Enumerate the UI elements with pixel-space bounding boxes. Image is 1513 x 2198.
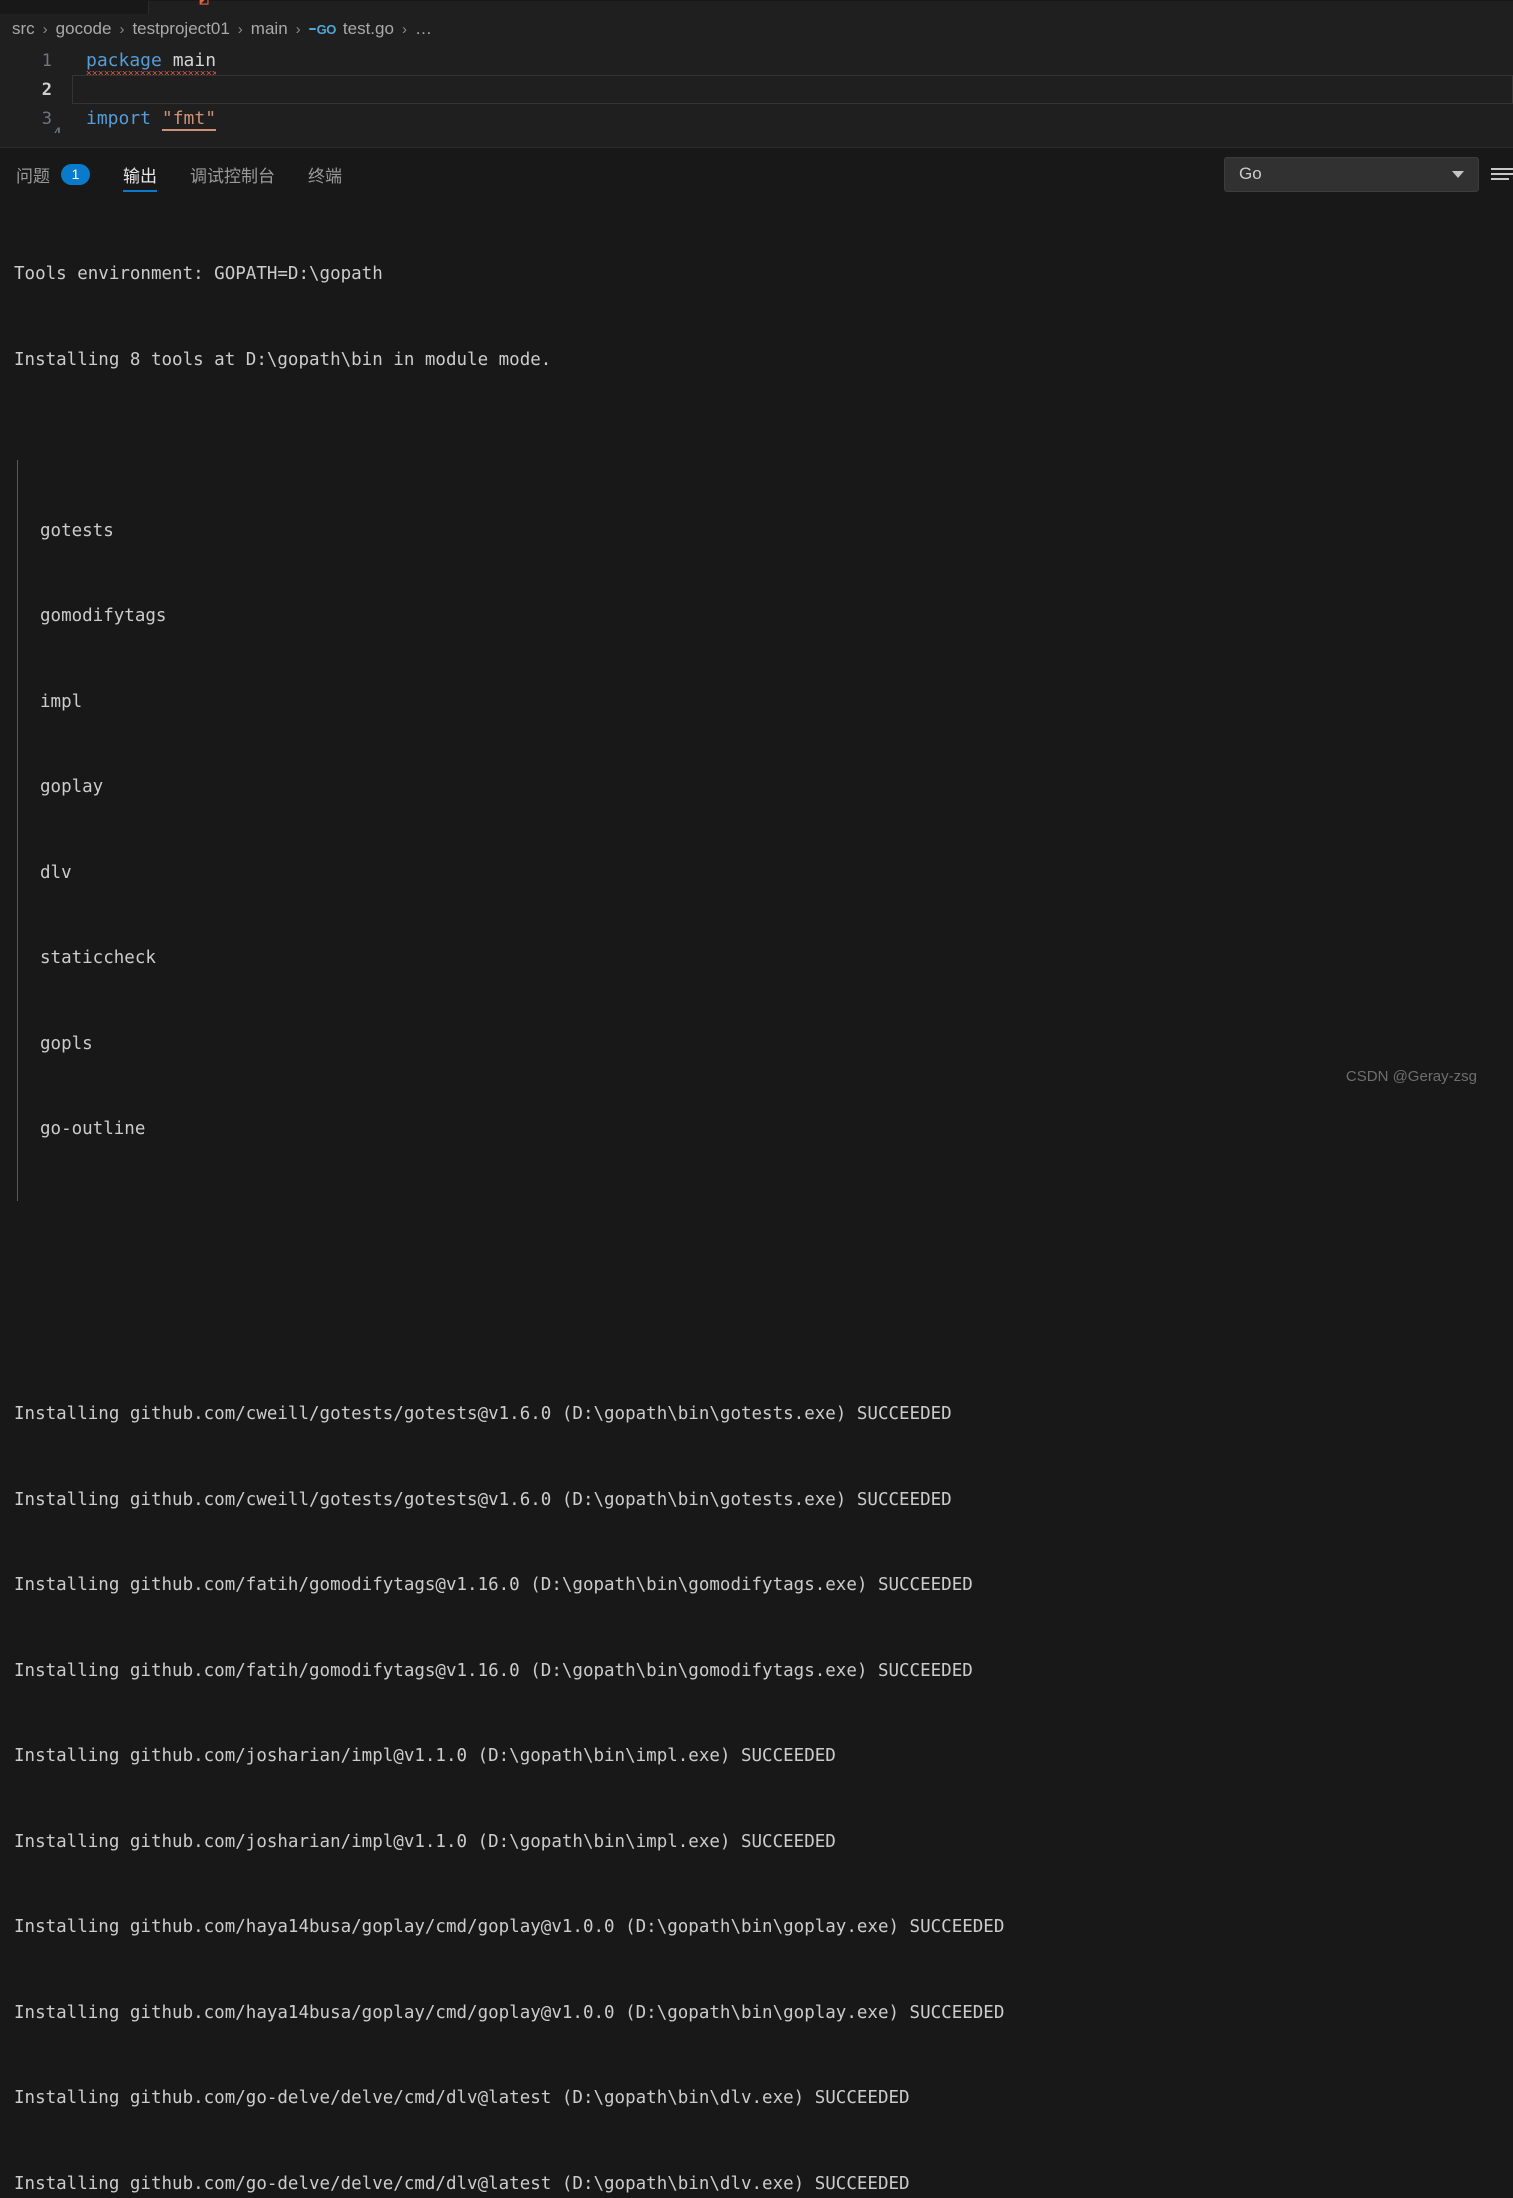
- breadcrumb-item-gocode[interactable]: gocode: [56, 19, 112, 39]
- code-line-text: import "fmt": [86, 108, 216, 129]
- code-line-1[interactable]: 1 package main: [0, 46, 1513, 75]
- clear-output-icon-line: [1491, 178, 1509, 180]
- breadcrumb-separator: ›: [238, 21, 243, 38]
- editor-tab-bar: ◩: [0, 0, 1513, 14]
- output-line: Installing github.com/haya14busa/goplay/…: [14, 1999, 1513, 2028]
- current-line-highlight: [72, 75, 1513, 104]
- output-line: Installing github.com/fatih/gomodifytags…: [14, 1657, 1513, 1686]
- output-line: Installing 8 tools at D:\gopath\bin in m…: [14, 346, 1513, 375]
- breadcrumb-item-testgo[interactable]: test.go: [343, 19, 394, 39]
- line-number: 1: [0, 51, 52, 71]
- code-editor[interactable]: 1 package main 2 3 import "fmt" 4: [0, 44, 1513, 133]
- watermark: CSDN @Geray-zsg: [1346, 1068, 1477, 1085]
- tab-terminal[interactable]: 终端: [308, 148, 342, 200]
- output-line: Installing github.com/josharian/impl@v1.…: [14, 1742, 1513, 1771]
- output-line: Installing github.com/josharian/impl@v1.…: [14, 1828, 1513, 1857]
- error-squiggle-icon: [86, 71, 216, 75]
- tool-list-item: gopls: [40, 1030, 1513, 1059]
- clear-output-icon[interactable]: ✕: [1491, 168, 1513, 180]
- output-channel-value: Go: [1239, 164, 1262, 184]
- breadcrumb-item-main[interactable]: main: [251, 19, 288, 39]
- code-token-keyword: import: [86, 108, 151, 129]
- breadcrumb-separator: ›: [119, 21, 124, 38]
- output-line: Installing github.com/fatih/gomodifytags…: [14, 1571, 1513, 1600]
- tab-debug-console-label: 调试控制台: [190, 162, 275, 187]
- breadcrumb[interactable]: src › gocode › testproject01 › main › GO…: [0, 14, 1513, 44]
- go-language-icon-label: GO: [317, 22, 336, 37]
- code-line-4-partial: 4: [52, 127, 62, 133]
- tool-list-block: gotests gomodifytags impl goplay dlv sta…: [17, 460, 1513, 1201]
- tool-list-item: gomodifytags: [40, 602, 1513, 631]
- code-line-text: package main: [86, 50, 216, 71]
- tab-terminal-label: 终端: [308, 162, 342, 187]
- go-file-icon: ◩: [199, 0, 209, 6]
- output-line: Installing github.com/cweill/gotests/got…: [14, 1486, 1513, 1515]
- output-line: Installing github.com/go-delve/delve/cmd…: [14, 2170, 1513, 2198]
- tool-list-item: goplay: [40, 773, 1513, 802]
- problems-count-badge: 1: [61, 164, 90, 185]
- breadcrumb-item-testproject01[interactable]: testproject01: [132, 19, 229, 39]
- tab-problems-label: 问题: [16, 162, 50, 187]
- tab-output-label: 输出: [123, 162, 157, 187]
- code-token-keyword: package: [86, 50, 162, 71]
- breadcrumb-separator: ›: [296, 21, 301, 38]
- clear-output-icon-line: [1491, 173, 1513, 175]
- line-number: 3: [0, 109, 52, 129]
- tab-bar-left-spacer: [0, 0, 148, 14]
- code-token-string: "fmt": [162, 108, 216, 131]
- panel-tab-list: 问题 1 输出 调试控制台 终端: [0, 148, 375, 200]
- bottom-panel: 问题 1 输出 调试控制台 终端 Go ✕: [0, 147, 1513, 1099]
- panel-actions: Go ✕: [1224, 148, 1513, 200]
- panel-header: 问题 1 输出 调试控制台 终端 Go ✕: [0, 147, 1513, 200]
- tool-list-item: go-outline: [40, 1115, 1513, 1144]
- output-console[interactable]: Tools environment: GOPATH=D:\gopath Inst…: [0, 200, 1513, 2198]
- line-number: 2: [0, 80, 52, 100]
- code-line-3[interactable]: 3 import "fmt": [0, 104, 1513, 133]
- tool-list-item: dlv: [40, 859, 1513, 888]
- editor-zone: ◩ src › gocode › testproject01 › main › …: [0, 0, 1513, 147]
- tool-list-item: impl: [40, 688, 1513, 717]
- output-line: Tools environment: GOPATH=D:\gopath: [14, 260, 1513, 289]
- tab-debug-console[interactable]: 调试控制台: [190, 148, 275, 200]
- code-line-2[interactable]: 2: [0, 75, 1513, 104]
- code-token-identifier: main: [173, 50, 216, 71]
- output-blank-line: [14, 1286, 1513, 1315]
- chevron-down-icon: [1452, 171, 1464, 178]
- clear-output-icon-line: [1491, 168, 1513, 170]
- tool-list-item: gotests: [40, 517, 1513, 546]
- output-line: Installing github.com/haya14busa/goplay/…: [14, 1913, 1513, 1942]
- breadcrumb-item-overflow[interactable]: …: [415, 19, 432, 39]
- breadcrumb-item-src[interactable]: src: [12, 19, 35, 39]
- tab-problems[interactable]: 问题 1: [16, 148, 90, 200]
- tool-list-item: staticcheck: [40, 944, 1513, 973]
- output-line: Installing github.com/go-delve/delve/cmd…: [14, 2084, 1513, 2113]
- output-channel-select[interactable]: Go: [1224, 157, 1479, 192]
- go-language-icon: GO: [309, 22, 336, 37]
- breadcrumb-separator: ›: [43, 21, 48, 38]
- tab-output[interactable]: 输出: [123, 148, 157, 200]
- editor-tab-active[interactable]: ◩: [148, 1, 1513, 14]
- breadcrumb-separator: ›: [402, 21, 407, 38]
- output-line: Installing github.com/cweill/gotests/got…: [14, 1400, 1513, 1429]
